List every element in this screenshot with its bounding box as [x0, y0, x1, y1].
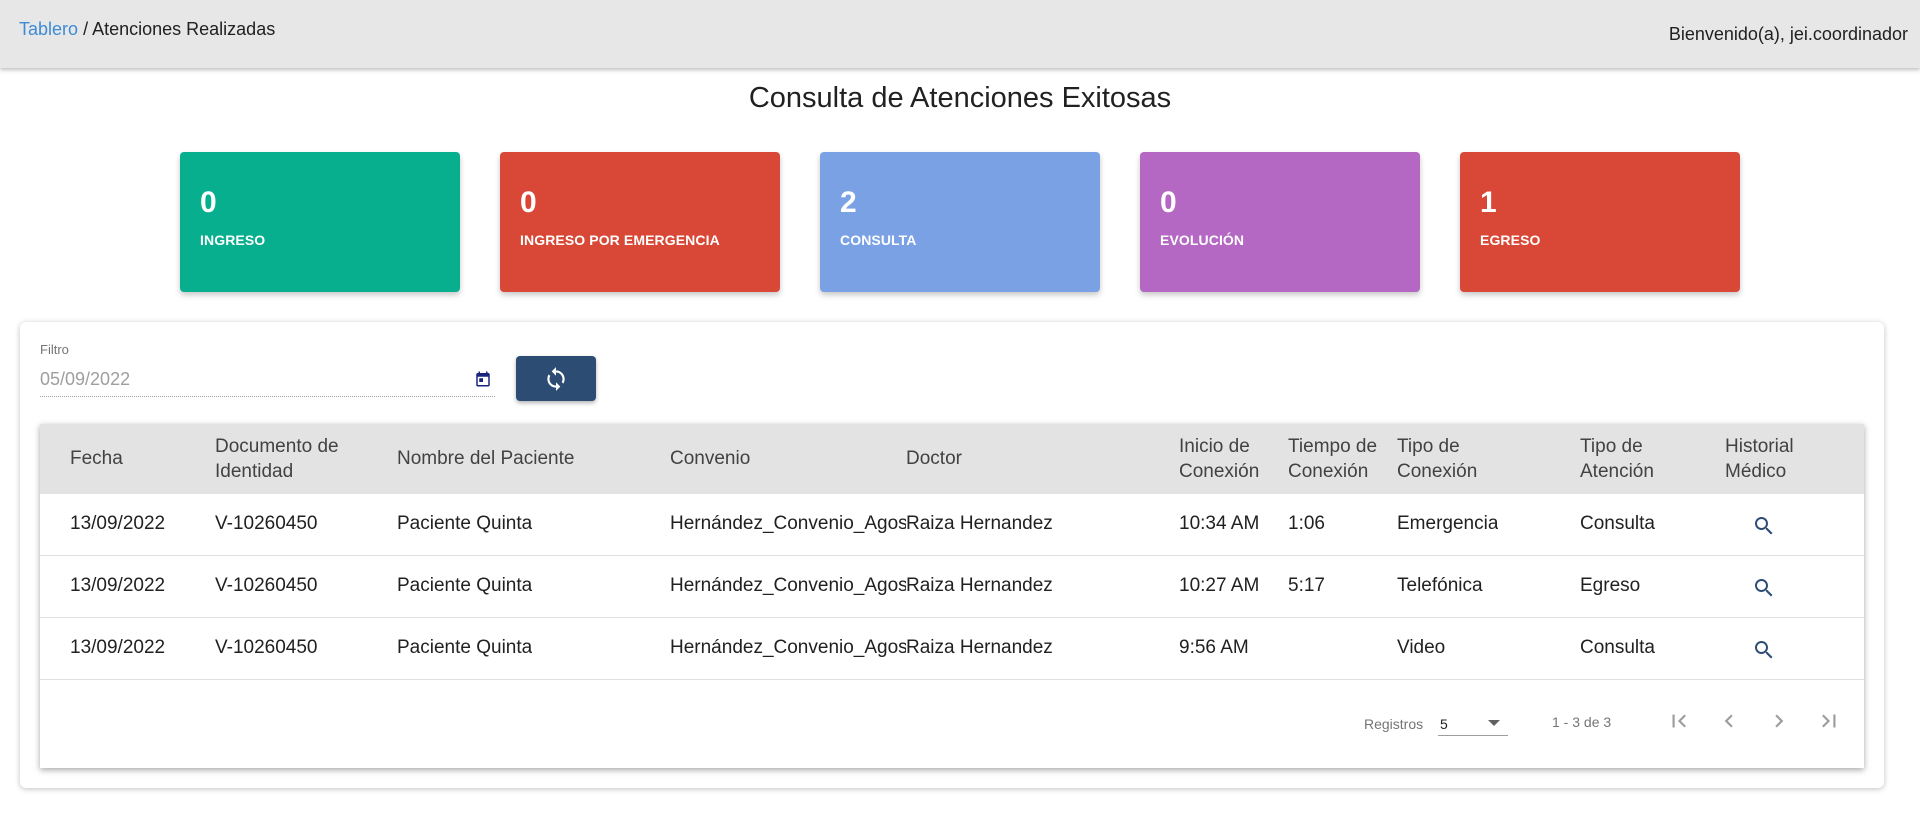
first-page-button[interactable]: [1664, 706, 1694, 736]
table-row: 13/09/2022 V-10260450 Paciente Quinta He…: [40, 494, 1864, 556]
col-header-line: Conexión: [1397, 461, 1478, 482]
cell-doctor: Raiza Hernandez: [906, 513, 1053, 534]
col-header-line: Tipo de: [1580, 436, 1643, 457]
col-header-nombre[interactable]: Nombre del Paciente: [397, 446, 574, 471]
col-header-line: Documento de: [215, 436, 339, 457]
cell-tipo-conexion: Telefónica: [1397, 575, 1483, 596]
cell-fecha: 13/09/2022: [70, 637, 166, 658]
cell-nombre: Paciente Quinta: [397, 637, 533, 658]
previous-page-button[interactable]: [1714, 706, 1744, 736]
card-ingreso: 0 INGRESO: [180, 152, 460, 292]
page-size-select[interactable]: 5: [1438, 706, 1508, 736]
breadcrumb-link-tablero[interactable]: Tablero: [19, 19, 78, 39]
breadcrumb-current: Atenciones Realizadas: [92, 19, 276, 39]
table-row: 13/09/2022 V-10260450 Paciente Quinta He…: [40, 618, 1864, 680]
col-header-tiempo[interactable]: Tiempo de Conexión: [1288, 434, 1377, 484]
col-header-doctor[interactable]: Doctor: [906, 446, 962, 471]
cell-tipo-atencion: Consulta: [1580, 513, 1655, 534]
pager-range: 1 - 3 de 3: [1552, 714, 1612, 730]
date-filter-value: 05/09/2022: [40, 369, 131, 389]
col-header-fecha[interactable]: Fecha: [70, 446, 123, 471]
col-header-line: Inicio de: [1179, 436, 1250, 457]
chevron-right-icon: [1775, 714, 1784, 728]
pager-page-size-label: Registros: [1364, 716, 1424, 732]
card-label: EVOLUCIÓN: [1160, 232, 1245, 248]
last-page-button[interactable]: [1814, 706, 1844, 736]
date-filter-input[interactable]: 05/09/2022: [40, 367, 495, 397]
card-count: 0: [200, 186, 217, 219]
card-label: CONSULTA: [840, 232, 917, 248]
card-label: INGRESO: [200, 232, 266, 248]
breadcrumb: Tablero / Atenciones Realizadas: [19, 19, 275, 40]
col-header-historial: Historial Médico: [1725, 434, 1794, 484]
cell-inicio: 10:27 AM: [1179, 575, 1260, 596]
col-header-line: Historial: [1725, 436, 1794, 457]
col-header-line: Conexión: [1179, 461, 1260, 482]
col-header-tipo-atencion[interactable]: Tipo de Atención: [1580, 434, 1654, 484]
search-icon[interactable]: [1752, 576, 1776, 600]
cell-inicio: 10:34 AM: [1179, 513, 1260, 534]
search-icon[interactable]: [1752, 638, 1776, 662]
cell-nombre: Paciente Quinta: [397, 513, 533, 534]
calendar-icon[interactable]: [474, 370, 492, 388]
col-header-line: Médico: [1725, 461, 1787, 482]
cell-convenio: Hernández_Convenio_Agos: [670, 513, 906, 534]
first-page-icon: [1672, 714, 1686, 728]
cell-tiempo: 1:06: [1288, 513, 1325, 534]
chevron-down-icon: [1488, 720, 1500, 726]
filter-label: Filtro: [40, 342, 69, 357]
card-evolucion: 0 EVOLUCIÓN: [1140, 152, 1420, 292]
col-header-line: Tiempo de: [1288, 436, 1378, 457]
cell-tipo-conexion: Emergencia: [1397, 513, 1499, 534]
cell-documento: V-10260450: [215, 637, 318, 658]
col-header-line: Atención: [1580, 461, 1654, 482]
col-header-inicio[interactable]: Inicio de Conexión: [1179, 434, 1259, 484]
cell-tipo-conexion: Video: [1397, 637, 1446, 658]
card-label: INGRESO POR EMERGENCIA: [520, 232, 720, 248]
welcome-message: Bienvenido(a), jei.coordinador: [1668, 24, 1908, 44]
refresh-icon: [547, 366, 565, 391]
breadcrumb-separator: /: [83, 19, 89, 39]
cell-fecha: 13/09/2022: [70, 575, 166, 596]
table-row: 13/09/2022 V-10260450 Paciente Quinta He…: [40, 556, 1864, 618]
cell-documento: V-10260450: [215, 575, 318, 596]
cell-doctor: Raiza Hernandez: [906, 637, 1053, 658]
cell-tipo-atencion: Consulta: [1580, 637, 1655, 658]
card-count: 0: [1160, 186, 1177, 219]
cell-doctor: Raiza Hernandez: [906, 575, 1053, 596]
col-header-tipo-conexion[interactable]: Tipo de Conexión: [1397, 434, 1477, 484]
col-header-line: Conexión: [1288, 461, 1369, 482]
card-egreso: 1 EGRESO: [1460, 152, 1740, 292]
card-count: 0: [520, 186, 537, 219]
attentions-table: Fecha Documento de Identidad Nombre del …: [40, 424, 1864, 768]
col-header-line: Tipo de: [1397, 436, 1460, 457]
cell-fecha: 13/09/2022: [70, 513, 166, 534]
cell-tiempo: 5:17: [1288, 575, 1325, 596]
cell-tipo-atencion: Egreso: [1580, 575, 1641, 596]
cell-convenio: Hernández_Convenio_Agos: [670, 637, 906, 658]
cell-documento: V-10260450: [215, 513, 318, 534]
card-label: EGRESO: [1480, 232, 1541, 248]
page-title: Consulta de Atenciones Exitosas: [748, 82, 1172, 114]
col-header-convenio[interactable]: Convenio: [670, 446, 750, 471]
card-count: 2: [840, 186, 857, 219]
card-ingreso-emergencia: 0 INGRESO POR EMERGENCIA: [500, 152, 780, 292]
search-icon[interactable]: [1752, 514, 1776, 538]
last-page-icon: [1822, 714, 1836, 728]
card-consulta: 2 CONSULTA: [820, 152, 1100, 292]
col-header-documento[interactable]: Documento de Identidad: [215, 434, 339, 484]
col-header-line: Identidad: [215, 461, 294, 482]
table-header: Fecha Documento de Identidad Nombre del …: [40, 424, 1864, 494]
cell-convenio: Hernández_Convenio_Agos: [670, 575, 906, 596]
next-page-button[interactable]: [1764, 706, 1794, 736]
card-count: 1: [1480, 186, 1497, 219]
refresh-button[interactable]: [516, 356, 596, 401]
chevron-left-icon: [1724, 714, 1733, 728]
cell-inicio: 9:56 AM: [1179, 637, 1249, 658]
cell-nombre: Paciente Quinta: [397, 575, 533, 596]
page-size-value: 5: [1440, 716, 1448, 732]
top-bar: Tablero / Atenciones Realizadas Bienveni…: [0, 0, 1920, 68]
